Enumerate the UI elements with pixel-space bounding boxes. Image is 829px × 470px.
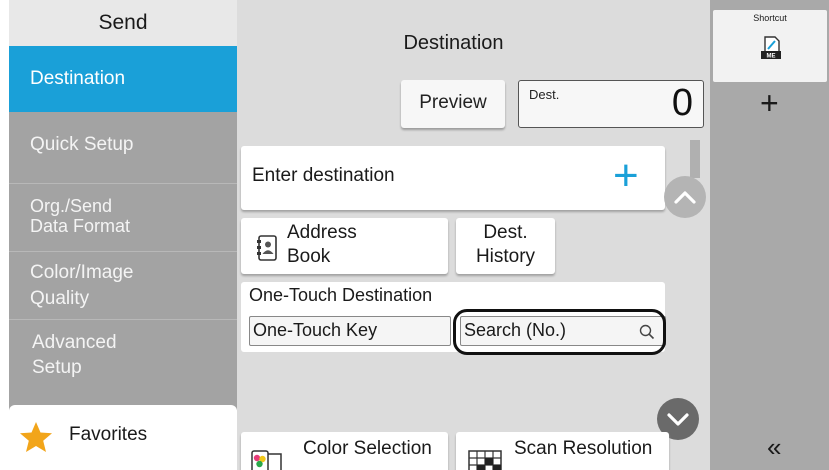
enter-destination-button[interactable]: Enter destination + (241, 146, 665, 210)
address-book-button[interactable]: Address Book (241, 218, 448, 274)
collapse-panel-button[interactable]: « (767, 432, 781, 463)
address-book-label-line2: Book (287, 246, 331, 267)
search-number-label: Search (No.) (464, 320, 567, 340)
shortcut-button[interactable]: Shortcut ME (713, 10, 827, 82)
destination-history-label: Dest. History (456, 221, 555, 269)
search-number-button[interactable]: Search (No.) (460, 316, 666, 346)
scrollbar[interactable] (690, 140, 700, 178)
destination-count-value: 0 (671, 82, 693, 124)
color-selection-button[interactable]: Color Selection (241, 432, 448, 470)
scan-resolution-button[interactable]: Scan Resolution (456, 432, 669, 470)
star-icon (20, 422, 52, 452)
sidebar-item-label-line2: Setup (32, 357, 82, 378)
sidebar-item-label: Advanced Setup (32, 330, 117, 380)
sidebar-item-label: Org./Send Data Format (30, 196, 130, 236)
sidebar-item-label-line1: Color/Image (30, 262, 134, 283)
sidebar-item-label: Color/Image Quality (30, 260, 134, 312)
destination-count-label: Dest. (529, 87, 560, 102)
address-book-label-line1: Address (287, 222, 357, 243)
destination-history-label-line2: History (475, 246, 536, 267)
shortcut-panel: Shortcut ME + « (710, 0, 829, 470)
shortcut-label: Shortcut (753, 13, 787, 23)
destination-history-button[interactable]: Dest. History (456, 218, 555, 274)
enter-destination-label: Enter destination (252, 165, 395, 186)
color-selection-label: Color Selection (303, 438, 432, 459)
favorites-label: Favorites (69, 424, 148, 445)
preview-button[interactable]: Preview (401, 80, 505, 128)
svg-text:ME: ME (767, 54, 776, 60)
sidebar-title: Send (9, 0, 237, 46)
sidebar-item-label-line1: Org./Send (30, 196, 113, 216)
sidebar-item-label: Quick Setup (30, 134, 134, 155)
search-icon (639, 324, 655, 340)
sidebar-item-label-line1: Advanced (32, 332, 117, 353)
sidebar-item-org-send-data-format[interactable]: Org./Send Data Format (9, 184, 237, 250)
one-touch-destination-panel: One-Touch Destination One-Touch Key Sear… (241, 282, 666, 352)
sidebar-item-advanced-setup[interactable]: Advanced Setup (9, 320, 237, 390)
sidebar-item-destination[interactable]: Destination (9, 46, 237, 112)
chevron-up-icon (674, 191, 696, 204)
sidebar-item-label-line2: Quality (30, 288, 90, 309)
favorites-button[interactable]: Favorites (9, 405, 237, 470)
address-book-icon (257, 235, 277, 261)
sidebar-item-color-image-quality[interactable]: Color/Image Quality (9, 252, 237, 318)
main-panel: Destination Preview Dest. 0 Enter destin… (237, 0, 710, 470)
destination-history-label-line1: Dest. (483, 222, 528, 243)
destination-count-box[interactable]: Dest. 0 (518, 80, 704, 128)
chevron-down-icon (667, 413, 689, 426)
one-touch-key-button[interactable]: One-Touch Key (249, 316, 451, 346)
add-shortcut-button[interactable]: + (760, 85, 779, 122)
scan-resolution-label: Scan Resolution (514, 438, 653, 459)
page-title: Destination (403, 32, 504, 54)
color-selection-icon (251, 450, 282, 470)
scroll-up-button[interactable] (664, 176, 706, 218)
address-book-label: Address Book (287, 221, 357, 269)
sidebar-item-label-line2: Data Format (30, 216, 131, 236)
sidebar: Send Destination Quick Setup Org./Send D… (9, 0, 237, 470)
send-to-me-icon: ME (761, 36, 781, 60)
sidebar-item-quick-setup[interactable]: Quick Setup (9, 116, 237, 182)
one-touch-destination-title: One-Touch Destination (249, 285, 433, 305)
send-screen: Send Destination Quick Setup Org./Send D… (0, 0, 829, 470)
scan-resolution-icon (468, 450, 502, 470)
plus-icon: + (613, 151, 639, 200)
sidebar-item-label: Destination (30, 68, 126, 89)
